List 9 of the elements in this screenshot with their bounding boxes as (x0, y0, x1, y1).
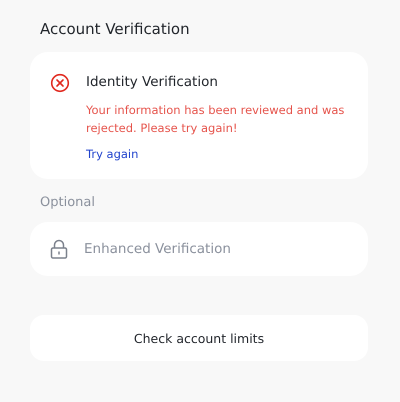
page-title: Account Verification (40, 20, 191, 38)
verification-name: Enhanced Verification (84, 240, 231, 259)
error-icon (50, 73, 70, 93)
verification-name: Identity Verification (86, 73, 219, 92)
lock-icon (50, 239, 68, 259)
status-message: Your information has been reviewed and was rejected. Please try again! (86, 102, 346, 137)
section-label: Optional (40, 195, 96, 210)
check-limits-button[interactable]: Check account limits (30, 315, 368, 361)
try-again-link[interactable]: Try again (86, 147, 138, 161)
